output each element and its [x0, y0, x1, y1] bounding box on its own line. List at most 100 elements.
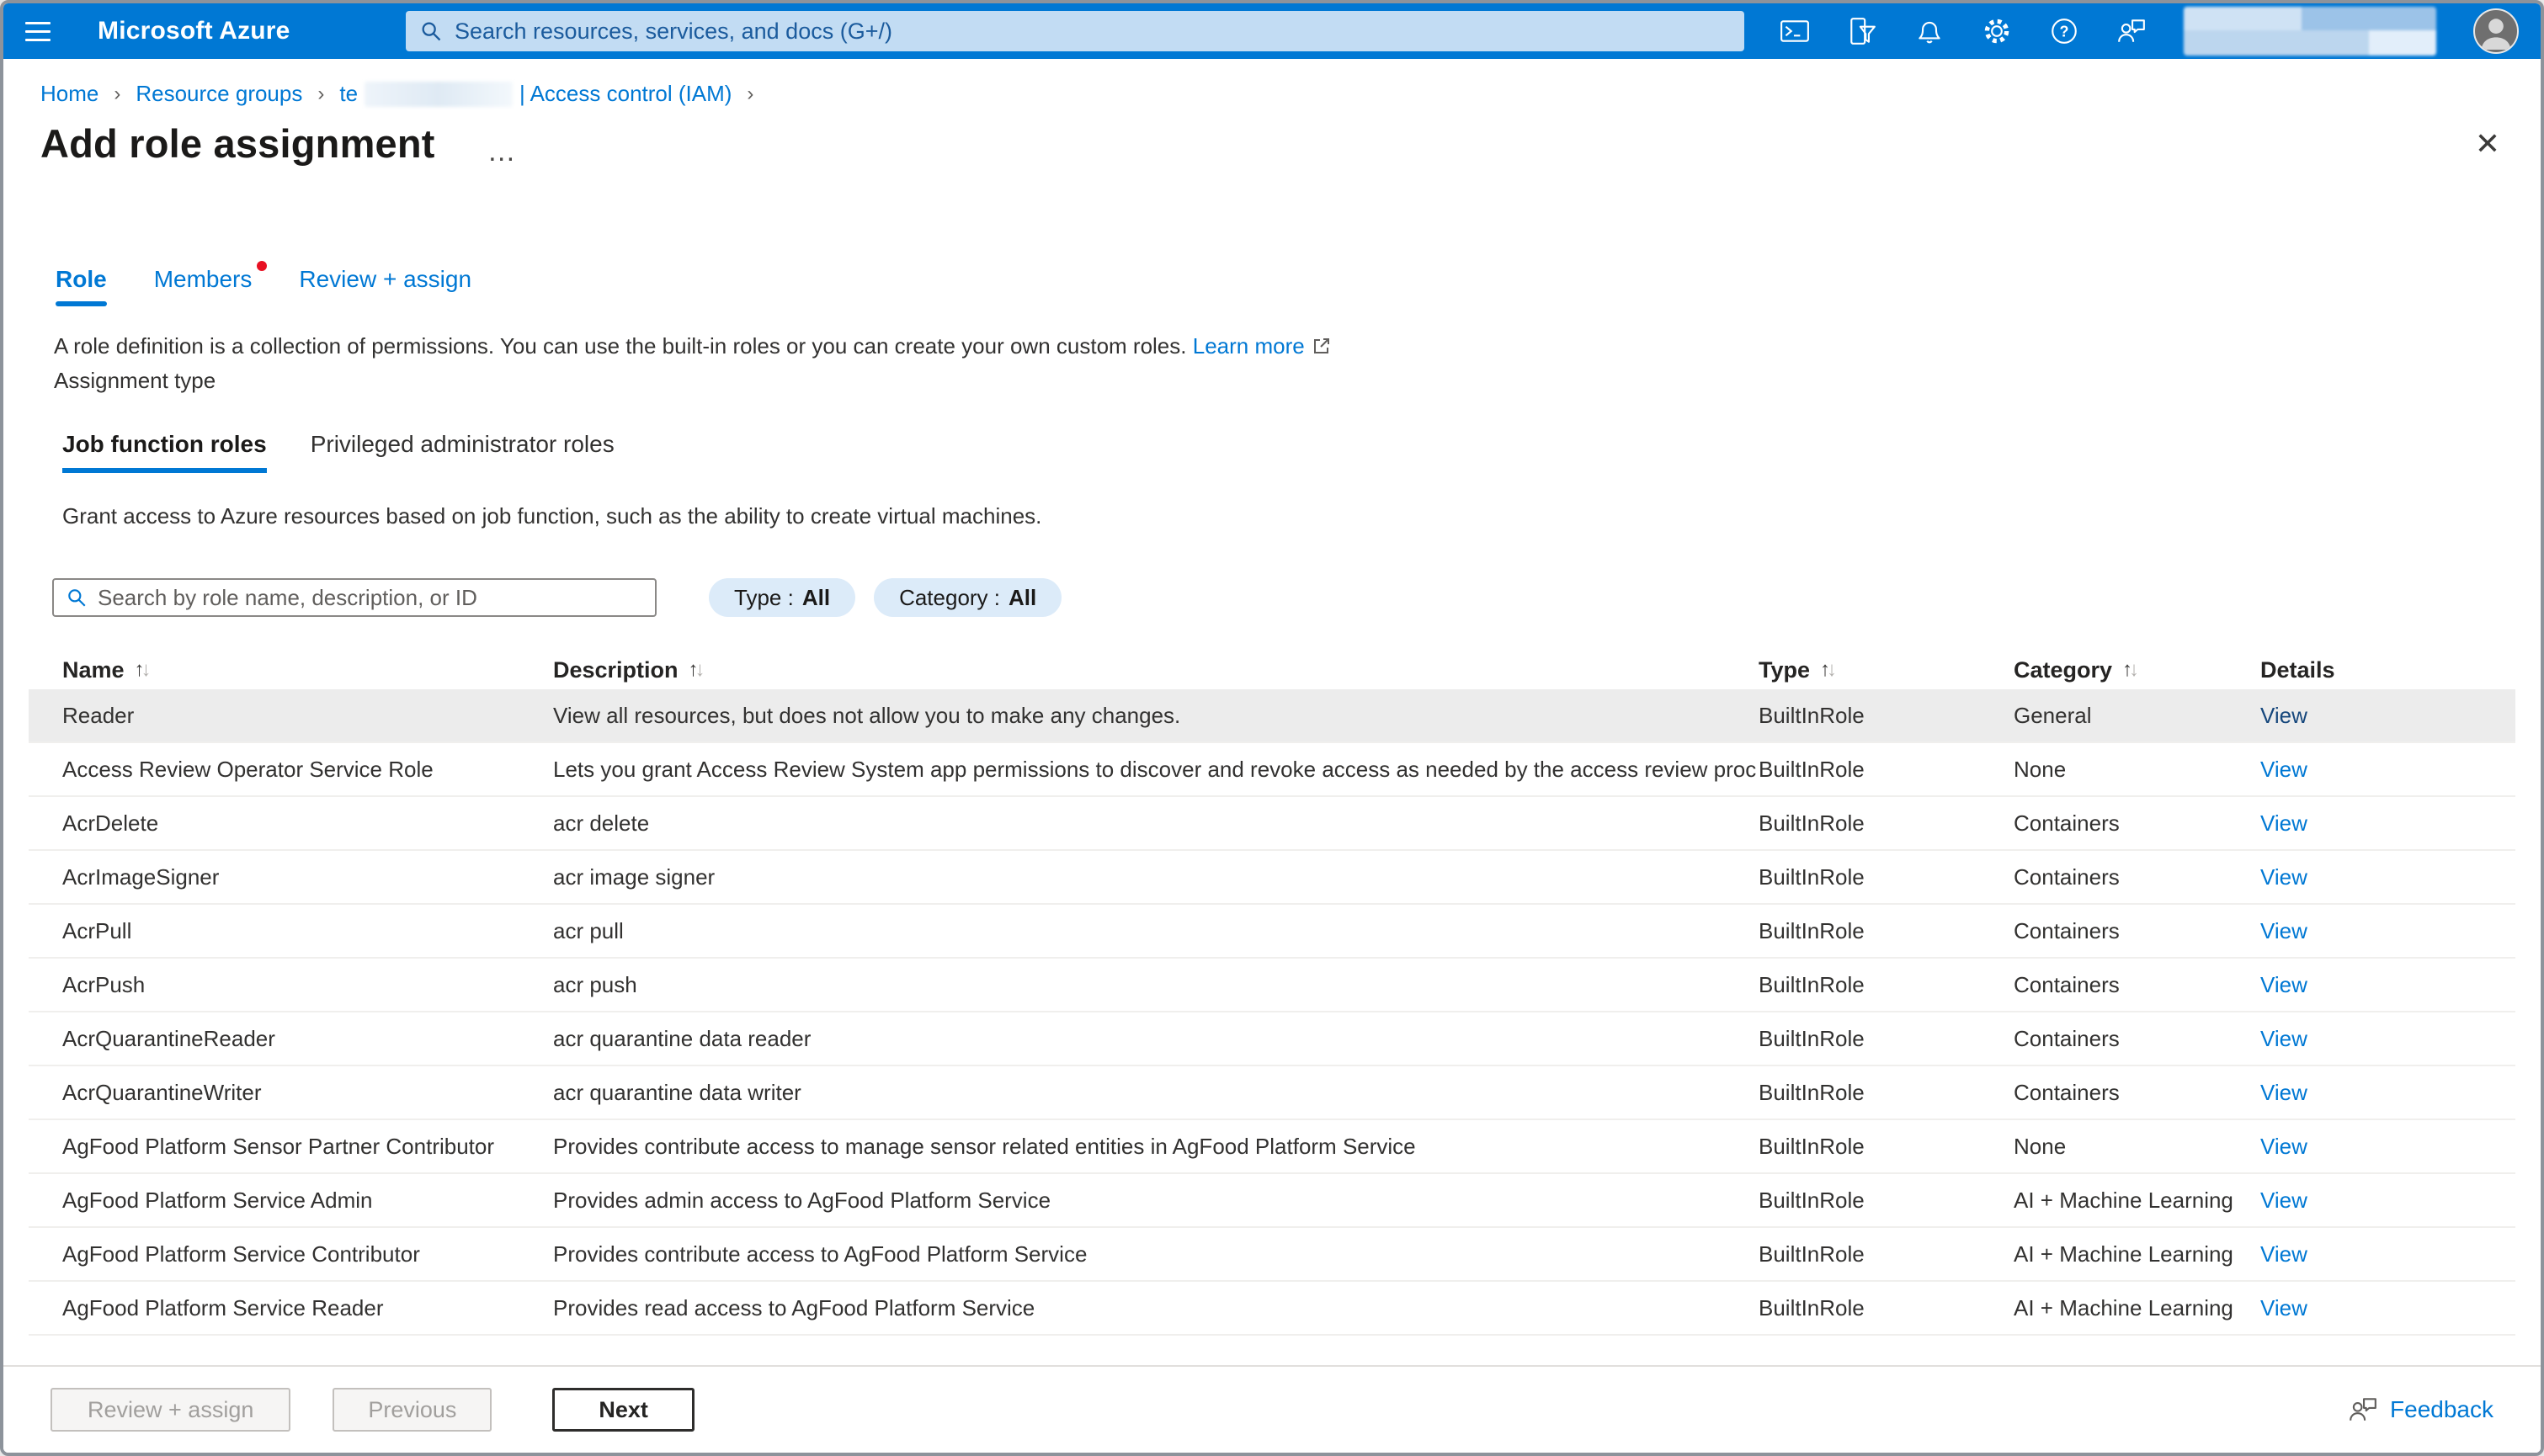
- breadcrumb-resource-groups-link[interactable]: Resource groups: [136, 81, 302, 107]
- role-name-cell: AcrPull: [62, 917, 132, 943]
- table-row[interactable]: AcrQuarantineReader acr quarantine data …: [29, 1012, 2515, 1066]
- role-description-cell: acr quarantine data writer: [553, 1079, 801, 1105]
- tab-role-label: Role: [56, 266, 107, 292]
- role-description-cell: acr quarantine data reader: [553, 1025, 812, 1051]
- hamburger-menu-icon[interactable]: [25, 13, 62, 50]
- role-type-cell: BuiltInRole: [1759, 810, 1865, 836]
- previous-button[interactable]: Previous: [333, 1388, 492, 1432]
- role-search-box[interactable]: [52, 578, 657, 617]
- role-category-cell: AI + Machine Learning: [2014, 1187, 2233, 1213]
- directory-filter-icon[interactable]: [1847, 16, 1877, 46]
- column-header-name[interactable]: Name ↑↓: [62, 657, 553, 683]
- table-row[interactable]: AcrDelete acr delete BuiltInRole Contain…: [29, 797, 2515, 851]
- overflow-menu-icon[interactable]: …: [487, 137, 519, 166]
- feedback-link[interactable]: Feedback: [2348, 1395, 2493, 1425]
- view-details-link[interactable]: View: [2260, 1026, 2307, 1051]
- table-row[interactable]: AgFood Platform Service Admin Provides a…: [29, 1174, 2515, 1228]
- table-row[interactable]: AcrQuarantineWriter acr quarantine data …: [29, 1066, 2515, 1120]
- tab-privileged-administrator-roles[interactable]: Privileged administrator roles: [311, 431, 615, 473]
- search-icon: [68, 589, 86, 607]
- view-details-link[interactable]: View: [2260, 757, 2307, 782]
- account-avatar[interactable]: [2473, 8, 2519, 54]
- tab-members[interactable]: Members: [153, 261, 268, 306]
- column-header-description[interactable]: Description ↑↓: [553, 657, 1759, 683]
- category-filter-pill[interactable]: Category : All: [874, 578, 1062, 617]
- next-button[interactable]: Next: [552, 1388, 695, 1432]
- sort-arrows-icon: ↑↓: [134, 658, 152, 681]
- role-description-cell: Provides admin access to AgFood Platform…: [553, 1187, 1051, 1213]
- tab-review-assign-label: Review + assign: [299, 266, 472, 292]
- review-assign-button[interactable]: Review + assign: [51, 1388, 291, 1432]
- column-header-type[interactable]: Type ↑↓: [1759, 657, 2014, 683]
- view-details-link[interactable]: View: [2260, 1080, 2307, 1105]
- cloud-shell-icon[interactable]: [1780, 16, 1810, 46]
- table-row[interactable]: AgFood Platform Service Reader Provides …: [29, 1282, 2515, 1336]
- close-icon[interactable]: ✕: [2472, 125, 2504, 162]
- chevron-right-icon: ›: [114, 82, 121, 105]
- tab-job-function-roles[interactable]: Job function roles: [62, 431, 267, 473]
- roles-table-header: Name ↑↓ Description ↑↓ Type ↑↓ Category ↑↓ D…: [29, 651, 2515, 689]
- role-category-cell: General: [2014, 702, 2092, 728]
- breadcrumb-home-link[interactable]: Home: [40, 81, 98, 107]
- role-description-cell: Lets you grant Access Review System app …: [553, 756, 1759, 782]
- page-title: Add role assignment: [40, 121, 435, 166]
- view-details-link[interactable]: View: [2260, 972, 2307, 997]
- table-row[interactable]: Access Review Operator Service Role Lets…: [29, 743, 2515, 797]
- role-category-cell: Containers: [2014, 971, 2120, 997]
- view-details-link[interactable]: View: [2260, 1188, 2307, 1213]
- breadcrumb-resource-link[interactable]: te | Access control (IAM): [339, 81, 732, 107]
- chevron-right-icon: ›: [747, 82, 754, 105]
- learn-more-link[interactable]: Learn more: [1193, 333, 1305, 359]
- table-row[interactable]: AgFood Platform Service Contributor Prov…: [29, 1228, 2515, 1282]
- table-row[interactable]: AgFood Platform Sensor Partner Contribut…: [29, 1120, 2515, 1174]
- sort-arrows-icon: ↑↓: [688, 658, 705, 681]
- learn-more-label: Learn more: [1192, 333, 1305, 359]
- role-search-input[interactable]: [98, 584, 655, 611]
- table-row[interactable]: AcrPush acr push BuiltInRole Containers …: [29, 959, 2515, 1012]
- tab-role[interactable]: Role: [56, 266, 107, 306]
- global-search-box[interactable]: [406, 11, 1744, 51]
- tab-members-label: Members: [153, 266, 253, 292]
- role-type-tabs: Job function roles Privileged administra…: [62, 431, 2541, 473]
- help-icon[interactable]: ?: [2049, 16, 2079, 46]
- breadcrumb-resource-prefix: te: [339, 81, 359, 106]
- notifications-bell-icon[interactable]: [1914, 16, 1945, 46]
- view-details-link[interactable]: View: [2260, 810, 2307, 836]
- role-type-cell: BuiltInRole: [1759, 1187, 1865, 1213]
- view-details-link[interactable]: View: [2260, 1134, 2307, 1159]
- global-search-input[interactable]: [455, 18, 1744, 45]
- settings-gear-icon[interactable]: [1982, 16, 2012, 46]
- role-type-cell: BuiltInRole: [1759, 864, 1865, 890]
- breadcrumb-resource-suffix: | Access control (IAM): [519, 81, 732, 106]
- table-row[interactable]: AcrImageSigner acr image signer BuiltInR…: [29, 851, 2515, 905]
- top-bar: Microsoft Azure ?: [3, 3, 2541, 59]
- role-intro-text: A role definition is a collection of per…: [54, 333, 2541, 359]
- role-type-cell: BuiltInRole: [1759, 971, 1865, 997]
- view-details-link[interactable]: View: [2260, 864, 2307, 890]
- role-type-cell: BuiltInRole: [1759, 1241, 1865, 1267]
- role-category-cell: Containers: [2014, 1025, 2120, 1051]
- sort-arrows-icon: ↑↓: [1820, 658, 1838, 681]
- role-category-cell: Containers: [2014, 1079, 2120, 1105]
- role-type-cell: BuiltInRole: [1759, 917, 1865, 943]
- view-details-link[interactable]: View: [2260, 918, 2307, 943]
- view-details-link[interactable]: View: [2260, 1295, 2307, 1320]
- azure-portal-window: Microsoft Azure ?: [0, 0, 2544, 1456]
- role-description-cell: View all resources, but does not allow y…: [553, 702, 1181, 728]
- role-type-cell: BuiltInRole: [1759, 702, 1865, 728]
- tab-review-assign[interactable]: Review + assign: [299, 266, 471, 306]
- role-name-cell: AgFood Platform Sensor Partner Contribut…: [62, 1133, 495, 1159]
- role-description-cell: acr pull: [553, 917, 624, 943]
- table-row[interactable]: AcrPull acr pull BuiltInRole Containers …: [29, 905, 2515, 959]
- view-details-link[interactable]: View: [2260, 703, 2307, 728]
- main-content: Home › Resource groups › te | Access cont…: [3, 81, 2541, 1453]
- members-alert-dot: [257, 261, 268, 271]
- view-details-link[interactable]: View: [2260, 1241, 2307, 1267]
- role-name-cell: AgFood Platform Service Contributor: [62, 1241, 420, 1267]
- feedback-person-icon[interactable]: [2116, 16, 2147, 46]
- role-description-cell: acr push: [553, 971, 637, 997]
- column-header-category[interactable]: Category ↑↓: [2014, 657, 2260, 683]
- type-filter-pill[interactable]: Type : All: [709, 578, 856, 617]
- role-name-cell: AcrImageSigner: [62, 864, 220, 890]
- table-row[interactable]: Reader View all resources, but does not …: [29, 689, 2515, 743]
